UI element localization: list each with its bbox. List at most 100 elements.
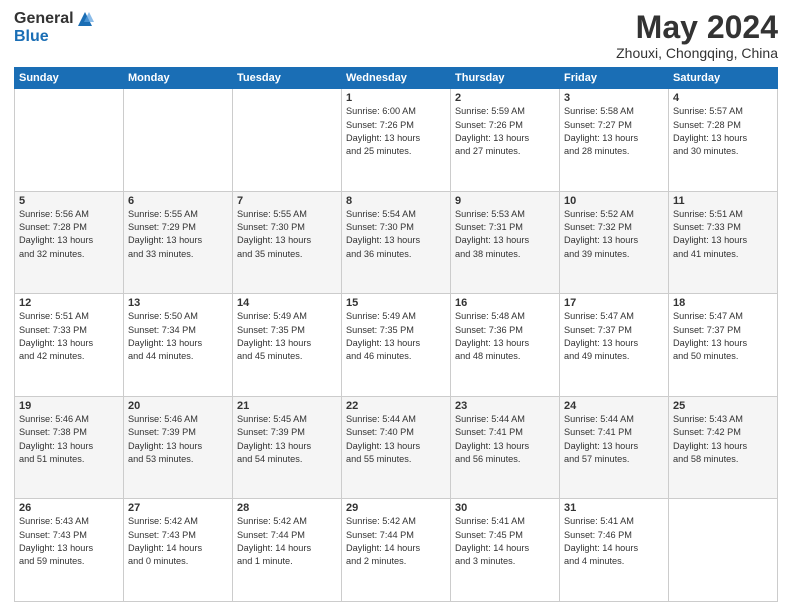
day-number: 13 (128, 297, 228, 309)
calendar-cell: 26Sunrise: 5:43 AM Sunset: 7:43 PM Dayli… (15, 499, 124, 602)
day-info: Sunrise: 5:41 AM Sunset: 7:46 PM Dayligh… (564, 515, 664, 568)
day-number: 26 (19, 502, 119, 514)
calendar-cell: 25Sunrise: 5:43 AM Sunset: 7:42 PM Dayli… (669, 396, 778, 499)
week-row-2: 12Sunrise: 5:51 AM Sunset: 7:33 PM Dayli… (15, 294, 778, 397)
day-number: 16 (455, 297, 555, 309)
day-number: 2 (455, 92, 555, 104)
calendar-cell: 19Sunrise: 5:46 AM Sunset: 7:38 PM Dayli… (15, 396, 124, 499)
day-info: Sunrise: 5:47 AM Sunset: 7:37 PM Dayligh… (673, 310, 773, 363)
day-info: Sunrise: 5:57 AM Sunset: 7:28 PM Dayligh… (673, 105, 773, 158)
calendar-cell: 6Sunrise: 5:55 AM Sunset: 7:29 PM Daylig… (124, 191, 233, 294)
day-number: 4 (673, 92, 773, 104)
calendar-cell (124, 89, 233, 192)
calendar-cell: 21Sunrise: 5:45 AM Sunset: 7:39 PM Dayli… (233, 396, 342, 499)
day-number: 8 (346, 195, 446, 207)
calendar-cell: 30Sunrise: 5:41 AM Sunset: 7:45 PM Dayli… (451, 499, 560, 602)
day-number: 14 (237, 297, 337, 309)
week-row-4: 26Sunrise: 5:43 AM Sunset: 7:43 PM Dayli… (15, 499, 778, 602)
page: General Blue May 2024 Zhouxi, Chongqing,… (0, 0, 792, 612)
day-number: 12 (19, 297, 119, 309)
calendar-cell: 23Sunrise: 5:44 AM Sunset: 7:41 PM Dayli… (451, 396, 560, 499)
calendar-cell: 17Sunrise: 5:47 AM Sunset: 7:37 PM Dayli… (560, 294, 669, 397)
day-info: Sunrise: 6:00 AM Sunset: 7:26 PM Dayligh… (346, 105, 446, 158)
weekday-header-saturday: Saturday (669, 68, 778, 89)
day-number: 11 (673, 195, 773, 207)
day-info: Sunrise: 5:45 AM Sunset: 7:39 PM Dayligh… (237, 413, 337, 466)
header: General Blue May 2024 Zhouxi, Chongqing,… (14, 10, 778, 61)
calendar-cell: 1Sunrise: 6:00 AM Sunset: 7:26 PM Daylig… (342, 89, 451, 192)
weekday-header-monday: Monday (124, 68, 233, 89)
weekday-header-row: SundayMondayTuesdayWednesdayThursdayFrid… (15, 68, 778, 89)
day-info: Sunrise: 5:42 AM Sunset: 7:43 PM Dayligh… (128, 515, 228, 568)
calendar-cell: 28Sunrise: 5:42 AM Sunset: 7:44 PM Dayli… (233, 499, 342, 602)
day-info: Sunrise: 5:47 AM Sunset: 7:37 PM Dayligh… (564, 310, 664, 363)
month-title: May 2024 (616, 10, 778, 45)
day-info: Sunrise: 5:43 AM Sunset: 7:42 PM Dayligh… (673, 413, 773, 466)
day-number: 25 (673, 400, 773, 412)
day-number: 17 (564, 297, 664, 309)
calendar-cell: 14Sunrise: 5:49 AM Sunset: 7:35 PM Dayli… (233, 294, 342, 397)
day-number: 10 (564, 195, 664, 207)
day-info: Sunrise: 5:54 AM Sunset: 7:30 PM Dayligh… (346, 208, 446, 261)
day-info: Sunrise: 5:43 AM Sunset: 7:43 PM Dayligh… (19, 515, 119, 568)
calendar-cell: 27Sunrise: 5:42 AM Sunset: 7:43 PM Dayli… (124, 499, 233, 602)
day-info: Sunrise: 5:49 AM Sunset: 7:35 PM Dayligh… (346, 310, 446, 363)
day-number: 28 (237, 502, 337, 514)
calendar-cell: 16Sunrise: 5:48 AM Sunset: 7:36 PM Dayli… (451, 294, 560, 397)
logo-general-text: General (14, 10, 74, 28)
day-number: 19 (19, 400, 119, 412)
day-info: Sunrise: 5:50 AM Sunset: 7:34 PM Dayligh… (128, 310, 228, 363)
day-number: 29 (346, 502, 446, 514)
day-info: Sunrise: 5:44 AM Sunset: 7:41 PM Dayligh… (455, 413, 555, 466)
day-info: Sunrise: 5:56 AM Sunset: 7:28 PM Dayligh… (19, 208, 119, 261)
day-info: Sunrise: 5:51 AM Sunset: 7:33 PM Dayligh… (19, 310, 119, 363)
calendar-cell (669, 499, 778, 602)
calendar-cell: 10Sunrise: 5:52 AM Sunset: 7:32 PM Dayli… (560, 191, 669, 294)
logo-icon (76, 10, 94, 28)
week-row-3: 19Sunrise: 5:46 AM Sunset: 7:38 PM Dayli… (15, 396, 778, 499)
day-info: Sunrise: 5:49 AM Sunset: 7:35 PM Dayligh… (237, 310, 337, 363)
calendar-cell: 12Sunrise: 5:51 AM Sunset: 7:33 PM Dayli… (15, 294, 124, 397)
day-number: 9 (455, 195, 555, 207)
day-info: Sunrise: 5:55 AM Sunset: 7:30 PM Dayligh… (237, 208, 337, 261)
day-info: Sunrise: 5:46 AM Sunset: 7:38 PM Dayligh… (19, 413, 119, 466)
day-info: Sunrise: 5:44 AM Sunset: 7:40 PM Dayligh… (346, 413, 446, 466)
day-info: Sunrise: 5:42 AM Sunset: 7:44 PM Dayligh… (237, 515, 337, 568)
calendar-cell: 29Sunrise: 5:42 AM Sunset: 7:44 PM Dayli… (342, 499, 451, 602)
day-info: Sunrise: 5:41 AM Sunset: 7:45 PM Dayligh… (455, 515, 555, 568)
calendar-cell (233, 89, 342, 192)
day-number: 21 (237, 400, 337, 412)
day-number: 24 (564, 400, 664, 412)
day-info: Sunrise: 5:55 AM Sunset: 7:29 PM Dayligh… (128, 208, 228, 261)
day-number: 1 (346, 92, 446, 104)
calendar-table: SundayMondayTuesdayWednesdayThursdayFrid… (14, 67, 778, 602)
day-info: Sunrise: 5:46 AM Sunset: 7:39 PM Dayligh… (128, 413, 228, 466)
location: Zhouxi, Chongqing, China (616, 45, 778, 61)
calendar-cell: 2Sunrise: 5:59 AM Sunset: 7:26 PM Daylig… (451, 89, 560, 192)
week-row-0: 1Sunrise: 6:00 AM Sunset: 7:26 PM Daylig… (15, 89, 778, 192)
day-number: 7 (237, 195, 337, 207)
calendar-cell: 3Sunrise: 5:58 AM Sunset: 7:27 PM Daylig… (560, 89, 669, 192)
day-info: Sunrise: 5:51 AM Sunset: 7:33 PM Dayligh… (673, 208, 773, 261)
calendar-cell: 15Sunrise: 5:49 AM Sunset: 7:35 PM Dayli… (342, 294, 451, 397)
calendar-cell: 7Sunrise: 5:55 AM Sunset: 7:30 PM Daylig… (233, 191, 342, 294)
day-info: Sunrise: 5:52 AM Sunset: 7:32 PM Dayligh… (564, 208, 664, 261)
weekday-header-wednesday: Wednesday (342, 68, 451, 89)
calendar-cell: 13Sunrise: 5:50 AM Sunset: 7:34 PM Dayli… (124, 294, 233, 397)
day-number: 30 (455, 502, 555, 514)
day-number: 27 (128, 502, 228, 514)
calendar-cell: 31Sunrise: 5:41 AM Sunset: 7:46 PM Dayli… (560, 499, 669, 602)
day-info: Sunrise: 5:58 AM Sunset: 7:27 PM Dayligh… (564, 105, 664, 158)
day-number: 20 (128, 400, 228, 412)
day-number: 15 (346, 297, 446, 309)
calendar-cell: 11Sunrise: 5:51 AM Sunset: 7:33 PM Dayli… (669, 191, 778, 294)
day-number: 3 (564, 92, 664, 104)
day-number: 6 (128, 195, 228, 207)
calendar-cell: 22Sunrise: 5:44 AM Sunset: 7:40 PM Dayli… (342, 396, 451, 499)
calendar-cell: 24Sunrise: 5:44 AM Sunset: 7:41 PM Dayli… (560, 396, 669, 499)
calendar-cell: 8Sunrise: 5:54 AM Sunset: 7:30 PM Daylig… (342, 191, 451, 294)
weekday-header-thursday: Thursday (451, 68, 560, 89)
weekday-header-sunday: Sunday (15, 68, 124, 89)
calendar-cell: 18Sunrise: 5:47 AM Sunset: 7:37 PM Dayli… (669, 294, 778, 397)
weekday-header-tuesday: Tuesday (233, 68, 342, 89)
